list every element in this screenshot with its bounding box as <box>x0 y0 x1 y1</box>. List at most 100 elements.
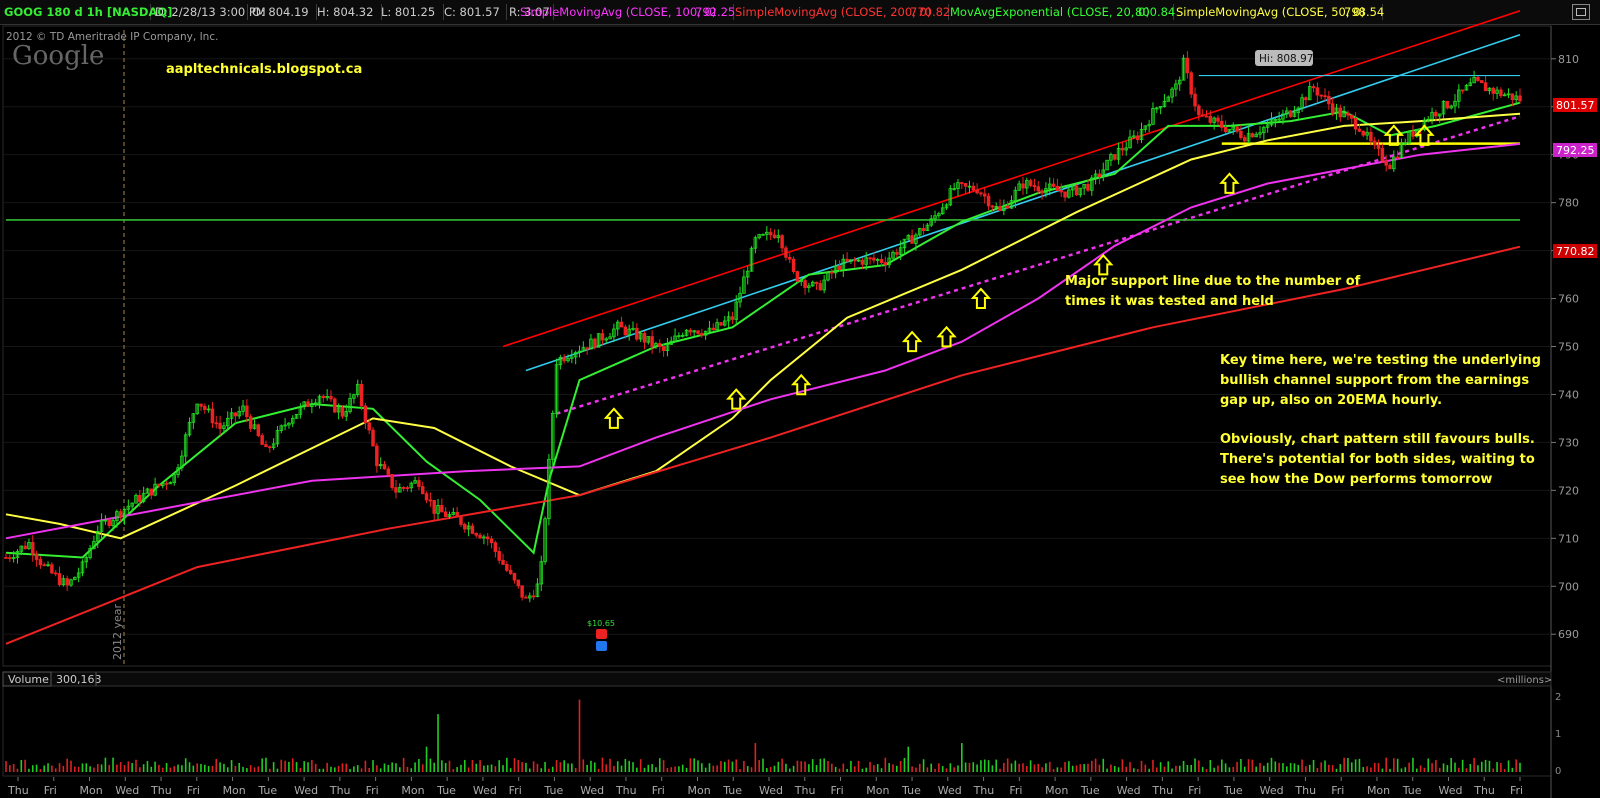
price-badge-sma200: 770.82 <box>1553 244 1597 258</box>
svg-text:gap up, also on 20EMA hourly.: gap up, also on 20EMA hourly. <box>1220 393 1442 408</box>
time-tick-label: Wed <box>1260 784 1284 797</box>
candle-body <box>478 534 482 539</box>
candle-body <box>424 493 429 501</box>
candle-body <box>485 536 490 540</box>
candle-body <box>1483 82 1488 92</box>
candle-body <box>8 557 12 560</box>
volume-label[interactable]: Volume <box>8 673 49 686</box>
candle-body <box>53 572 58 575</box>
candle-body <box>650 336 654 347</box>
candle-body <box>394 487 398 493</box>
candle-body <box>719 322 723 326</box>
time-tick-label: Thu <box>7 784 29 797</box>
price-tick-label: 730 <box>1558 436 1579 449</box>
candle-body <box>1135 135 1140 140</box>
support-arrow-icon <box>603 407 625 429</box>
price-chart[interactable]: 690700710720730740750760770780790800810 … <box>0 0 1600 798</box>
time-tick-label: Tue <box>1402 784 1422 797</box>
key-annotation: Key time here, we're testing the underly… <box>1220 353 1541 487</box>
candle-body <box>910 235 914 244</box>
candle-body <box>531 595 536 598</box>
candle-body <box>505 563 509 571</box>
candle-body <box>31 542 35 555</box>
time-tick-label: Thu <box>794 784 816 797</box>
candle-body <box>1476 76 1480 81</box>
candle-body <box>661 346 666 351</box>
price-badge-close: 801.57 <box>1553 98 1597 112</box>
candle-body <box>1051 183 1056 187</box>
candle-body <box>340 407 345 417</box>
time-tick-label: Fri <box>1331 784 1344 797</box>
time-tick-label: Wed <box>473 784 497 797</box>
candle-body <box>516 579 521 587</box>
time-tick-label: Fri <box>1510 784 1523 797</box>
candle-body <box>1445 100 1450 109</box>
candle-body <box>1388 164 1392 170</box>
support-arrow-icon <box>901 330 923 353</box>
svg-text:times it was tested and held: times it was tested and held <box>1065 294 1274 309</box>
candle-body <box>1288 110 1293 117</box>
candle-body <box>818 283 823 291</box>
price-tick-label: 740 <box>1558 388 1579 401</box>
candle-body <box>508 569 513 574</box>
candlesticks[interactable] <box>4 51 1522 603</box>
candle-body <box>42 564 46 567</box>
candle-body <box>1193 93 1197 107</box>
price-axis: 690700710720730740750760770780790800810 <box>1551 53 1579 641</box>
candle-body <box>382 464 387 470</box>
time-tick-label: Wed <box>1438 784 1462 797</box>
candle-body <box>1021 183 1025 189</box>
candle-body <box>1372 140 1377 146</box>
info-icon[interactable] <box>596 641 607 651</box>
candle-body <box>1055 185 1060 191</box>
blog-watermark: aapltechnicals.blogspot.ca <box>166 62 362 77</box>
candle-body <box>1338 107 1343 118</box>
candle-body <box>470 525 475 534</box>
candle-body <box>990 205 995 208</box>
candle-body <box>164 482 169 485</box>
candle-body <box>979 192 983 195</box>
candle-body <box>1112 154 1117 160</box>
time-tick-label: Tue <box>901 784 921 797</box>
time-tick-label: Fri <box>831 784 844 797</box>
candle-body <box>971 185 976 191</box>
candle-body <box>1353 117 1358 130</box>
candle-body <box>138 494 142 502</box>
candle-body <box>963 183 968 187</box>
candle-body <box>784 247 788 258</box>
svg-text:There's potential for both sid: There's potential for both sides, waitin… <box>1220 452 1535 467</box>
candle-body <box>107 519 111 526</box>
candle-body <box>420 486 425 495</box>
candle-body <box>788 256 792 260</box>
candle-body <box>1074 185 1079 196</box>
candle-body <box>38 559 43 566</box>
candle-body <box>1028 180 1033 186</box>
time-tick-label: Fri <box>1188 784 1201 797</box>
candle-body <box>390 473 394 488</box>
candle-body <box>860 259 865 265</box>
grid <box>3 58 1551 635</box>
candle-body <box>1327 95 1331 105</box>
candle-body <box>1460 89 1465 92</box>
time-tick-label: Mon <box>866 784 889 797</box>
candle-body <box>23 545 27 549</box>
candle-body <box>1197 105 1201 116</box>
candle-body <box>879 259 884 263</box>
alert-icon[interactable] <box>596 629 607 639</box>
candle-body <box>1395 156 1400 159</box>
candle-body <box>359 383 364 407</box>
candle-body <box>1350 114 1354 119</box>
candle-body <box>1239 130 1243 138</box>
time-tick-label: Mon <box>223 784 246 797</box>
candle-body <box>1361 130 1365 136</box>
candle-body <box>4 557 8 559</box>
candle-body <box>218 422 222 429</box>
candle-body <box>260 435 264 445</box>
candle-body <box>975 189 979 194</box>
candle-body <box>1319 94 1323 97</box>
svg-text:792.25: 792.25 <box>1556 144 1595 157</box>
candle-body <box>1185 57 1190 74</box>
candle-body <box>264 444 268 448</box>
candle-body <box>998 206 1002 211</box>
candle-body <box>50 564 54 574</box>
